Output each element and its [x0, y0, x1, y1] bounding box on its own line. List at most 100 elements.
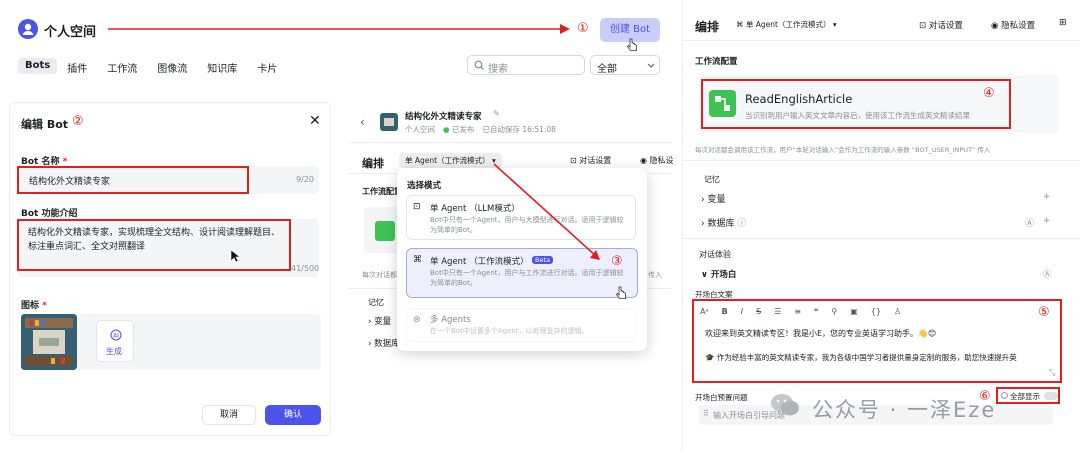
quote-icon[interactable]: ❝	[814, 307, 818, 316]
marker-2: ②	[72, 114, 84, 129]
cancel-button[interactable]: 取消	[202, 405, 256, 425]
opening-row[interactable]: ∨ 开场白 Ⓐ	[701, 268, 1061, 280]
auto-icon[interactable]: Ⓐ	[1025, 216, 1034, 229]
right-workflow-config-label: 工作流配置	[695, 57, 738, 67]
tab-knowledge[interactable]: 知识库	[197, 58, 247, 75]
back-chevron-icon[interactable]: ‹	[360, 115, 365, 129]
font-size-icon[interactable]: Aᵃ	[700, 307, 709, 316]
memory-label: 记忆	[368, 298, 384, 307]
tab-cards[interactable]: 卡片	[247, 58, 287, 75]
bold-icon[interactable]: B	[722, 307, 728, 316]
search-icon	[474, 60, 484, 70]
variable-icon[interactable]: {}	[871, 307, 881, 316]
generate-icon-button[interactable]: AI 生成	[96, 320, 134, 362]
grid-icon[interactable]: ⊞	[1059, 18, 1067, 28]
close-icon[interactable]: ✕	[309, 113, 321, 129]
italic-icon[interactable]: I	[741, 307, 743, 316]
show-all-label: 全部显示	[1010, 392, 1040, 401]
chevron-down-icon	[647, 63, 655, 68]
search-placeholder: 搜索	[488, 64, 508, 75]
sparkle-icon: AI	[110, 329, 122, 341]
right-dialog-settings[interactable]: ⊡ 对话设置	[919, 19, 963, 31]
annotation-arrow-3	[493, 163, 600, 260]
avatar[interactable]	[18, 19, 38, 39]
marker-1: ①	[577, 21, 589, 36]
marker-4: ④	[983, 86, 995, 101]
autosave-label: 已自动保存 16:51:08	[482, 125, 557, 134]
editor-toolbar: Aᵃ B I S ☰ ≡ ❝ ⚲ ▣ {} ♙	[700, 307, 901, 316]
add-variable-icon[interactable]: +	[1043, 192, 1051, 202]
hand-cursor-icon	[616, 286, 626, 299]
numbered-list-icon[interactable]: ≡	[794, 307, 801, 316]
intro-counter: 41/500	[291, 264, 320, 273]
opening-editor[interactable]: Aᵃ B I S ☰ ≡ ❝ ⚲ ▣ {} ♙ ⑤ 欢迎来到英文精读专区！我是小E，您的专业英语学习…	[692, 299, 1062, 383]
tab-imageflows[interactable]: 图像流	[147, 58, 197, 75]
watermark-text: 公众号 · 一泽Eze	[812, 398, 997, 422]
mode-option-multi-desc: 在一个Bot中设置多个Agent，以处理复杂的逻辑。	[430, 327, 589, 335]
bot-avatar	[380, 113, 398, 131]
search-input[interactable]: 搜索	[467, 55, 585, 75]
tab-plugins[interactable]: 插件	[57, 58, 97, 75]
opening-auto-icon[interactable]: Ⓐ	[1043, 268, 1052, 280]
add-database-icon[interactable]: +	[1043, 216, 1051, 226]
opening-line-1: 欢迎来到英文精读专区！我是小E，您的专业英语学习助手。👋😊	[705, 329, 937, 338]
database-row[interactable]: › 数据库	[368, 337, 400, 349]
opening-line-2: 🎓 作为经验丰富的英文精读专家，我为各级中国学习者提供量身定制的服务，助您快速提…	[705, 353, 1017, 362]
right-database-row[interactable]: › 数据库 ⓘ Ⓐ +	[701, 216, 1061, 229]
right-agent-mode-selector[interactable]: ⌘ 单 Agent（工作流模式） ▾	[736, 19, 837, 30]
highlight-box-name	[17, 166, 249, 194]
dialog-experience-label: 对话体验	[699, 250, 731, 259]
right-editor-panel: 编排 ⌘ 单 Agent（工作流模式） ▾ ⊡ 对话设置 ◉ 隐私设置 ⊞ 工作…	[682, 0, 1080, 451]
drag-handle-icon[interactable]: ⠿	[703, 409, 709, 418]
show-all-switch[interactable]	[1044, 392, 1058, 400]
marker-3: ③	[611, 254, 623, 269]
svg-text:AI: AI	[113, 333, 119, 340]
info-icon: ⓘ	[737, 219, 747, 229]
link-icon[interactable]: ⚲	[831, 307, 837, 316]
space-label: 个人空间	[405, 125, 435, 134]
arrange-title: 编排	[362, 157, 384, 170]
intro-value: 结构化外文精读专家，实现梳理全文结构、设计阅读理解题目、标注重点词汇、全文对照翻…	[28, 228, 281, 252]
tab-workflows[interactable]: 工作流	[97, 58, 147, 75]
tab-bots[interactable]: Bots	[18, 58, 58, 74]
icon-label: 图标 *	[21, 301, 47, 311]
wechat-logo-icon	[770, 392, 800, 418]
show-all-checkbox[interactable]	[1001, 392, 1008, 399]
workflow-config-label: 工作流配置	[362, 187, 402, 196]
mouse-cursor-icon	[230, 249, 240, 263]
user-icon[interactable]: ♙	[894, 307, 901, 316]
privacy-link[interactable]: ◉ 隐私设	[640, 155, 674, 166]
mode-option-workflow-desc: Bot中只有一个Agent，用户与工作流进行对话。适用于逻辑较为简单的Bot。	[430, 269, 624, 287]
bot-name: 结构化外文精读专家	[405, 112, 482, 122]
filter-select[interactable]: 全部	[590, 55, 660, 75]
workflow-mode-icon: ⌘	[413, 255, 422, 265]
strikethrough-icon[interactable]: S	[756, 307, 761, 316]
variables-row[interactable]: › 变量	[368, 315, 391, 327]
bullet-list-icon[interactable]: ☰	[774, 307, 781, 316]
workflow-note-partial: 每次对话都	[362, 271, 397, 279]
image-icon[interactable]: ▣	[850, 307, 858, 316]
agent-mode-selector[interactable]: 单 Agent（工作流模式） ▾	[399, 153, 502, 168]
workflow-note: 每次对话都会调用该工作流，用户“本轮对话输入”会作为工作流的输入参数 “BOT_…	[695, 146, 991, 154]
marker-5: ⑤	[1038, 305, 1050, 320]
right-privacy[interactable]: ◉ 隐私设置	[991, 19, 1035, 31]
multi-agent-icon: ⊜	[413, 315, 421, 325]
edit-bot-panel: 编辑 Bot ② ✕ Bot 名称 * 结构化外文精读专家 9/20 Bot 功…	[9, 102, 331, 436]
workflow-icon	[375, 221, 395, 241]
preset-questions-label: 开场白预置问题	[695, 393, 748, 402]
confirm-button[interactable]: 确认	[265, 405, 321, 425]
mode-dropdown-title: 选择模式	[407, 181, 442, 191]
mode-option-multi[interactable]: ⊜ 多 Agents 在一个Bot中设置多个Agent，以处理复杂的逻辑。	[406, 308, 636, 342]
generate-label: 生成	[106, 347, 122, 356]
name-counter: 9/20	[296, 175, 314, 184]
enter-partial: 传入	[648, 271, 662, 279]
bot-icon-image[interactable]	[21, 314, 77, 370]
right-variables-row[interactable]: › 变量 +	[701, 192, 1061, 205]
intro-label: Bot 功能介绍	[21, 209, 78, 219]
edit-pencil-icon[interactable]: ✎	[493, 109, 500, 118]
resize-handle-icon[interactable]: ⤡	[1049, 368, 1055, 378]
highlight-box-workflow	[701, 79, 1011, 129]
annotation-arrow-1	[108, 24, 570, 34]
cursor-icon	[627, 38, 637, 51]
show-all-toggle-box[interactable]: 全部显示	[996, 387, 1060, 404]
